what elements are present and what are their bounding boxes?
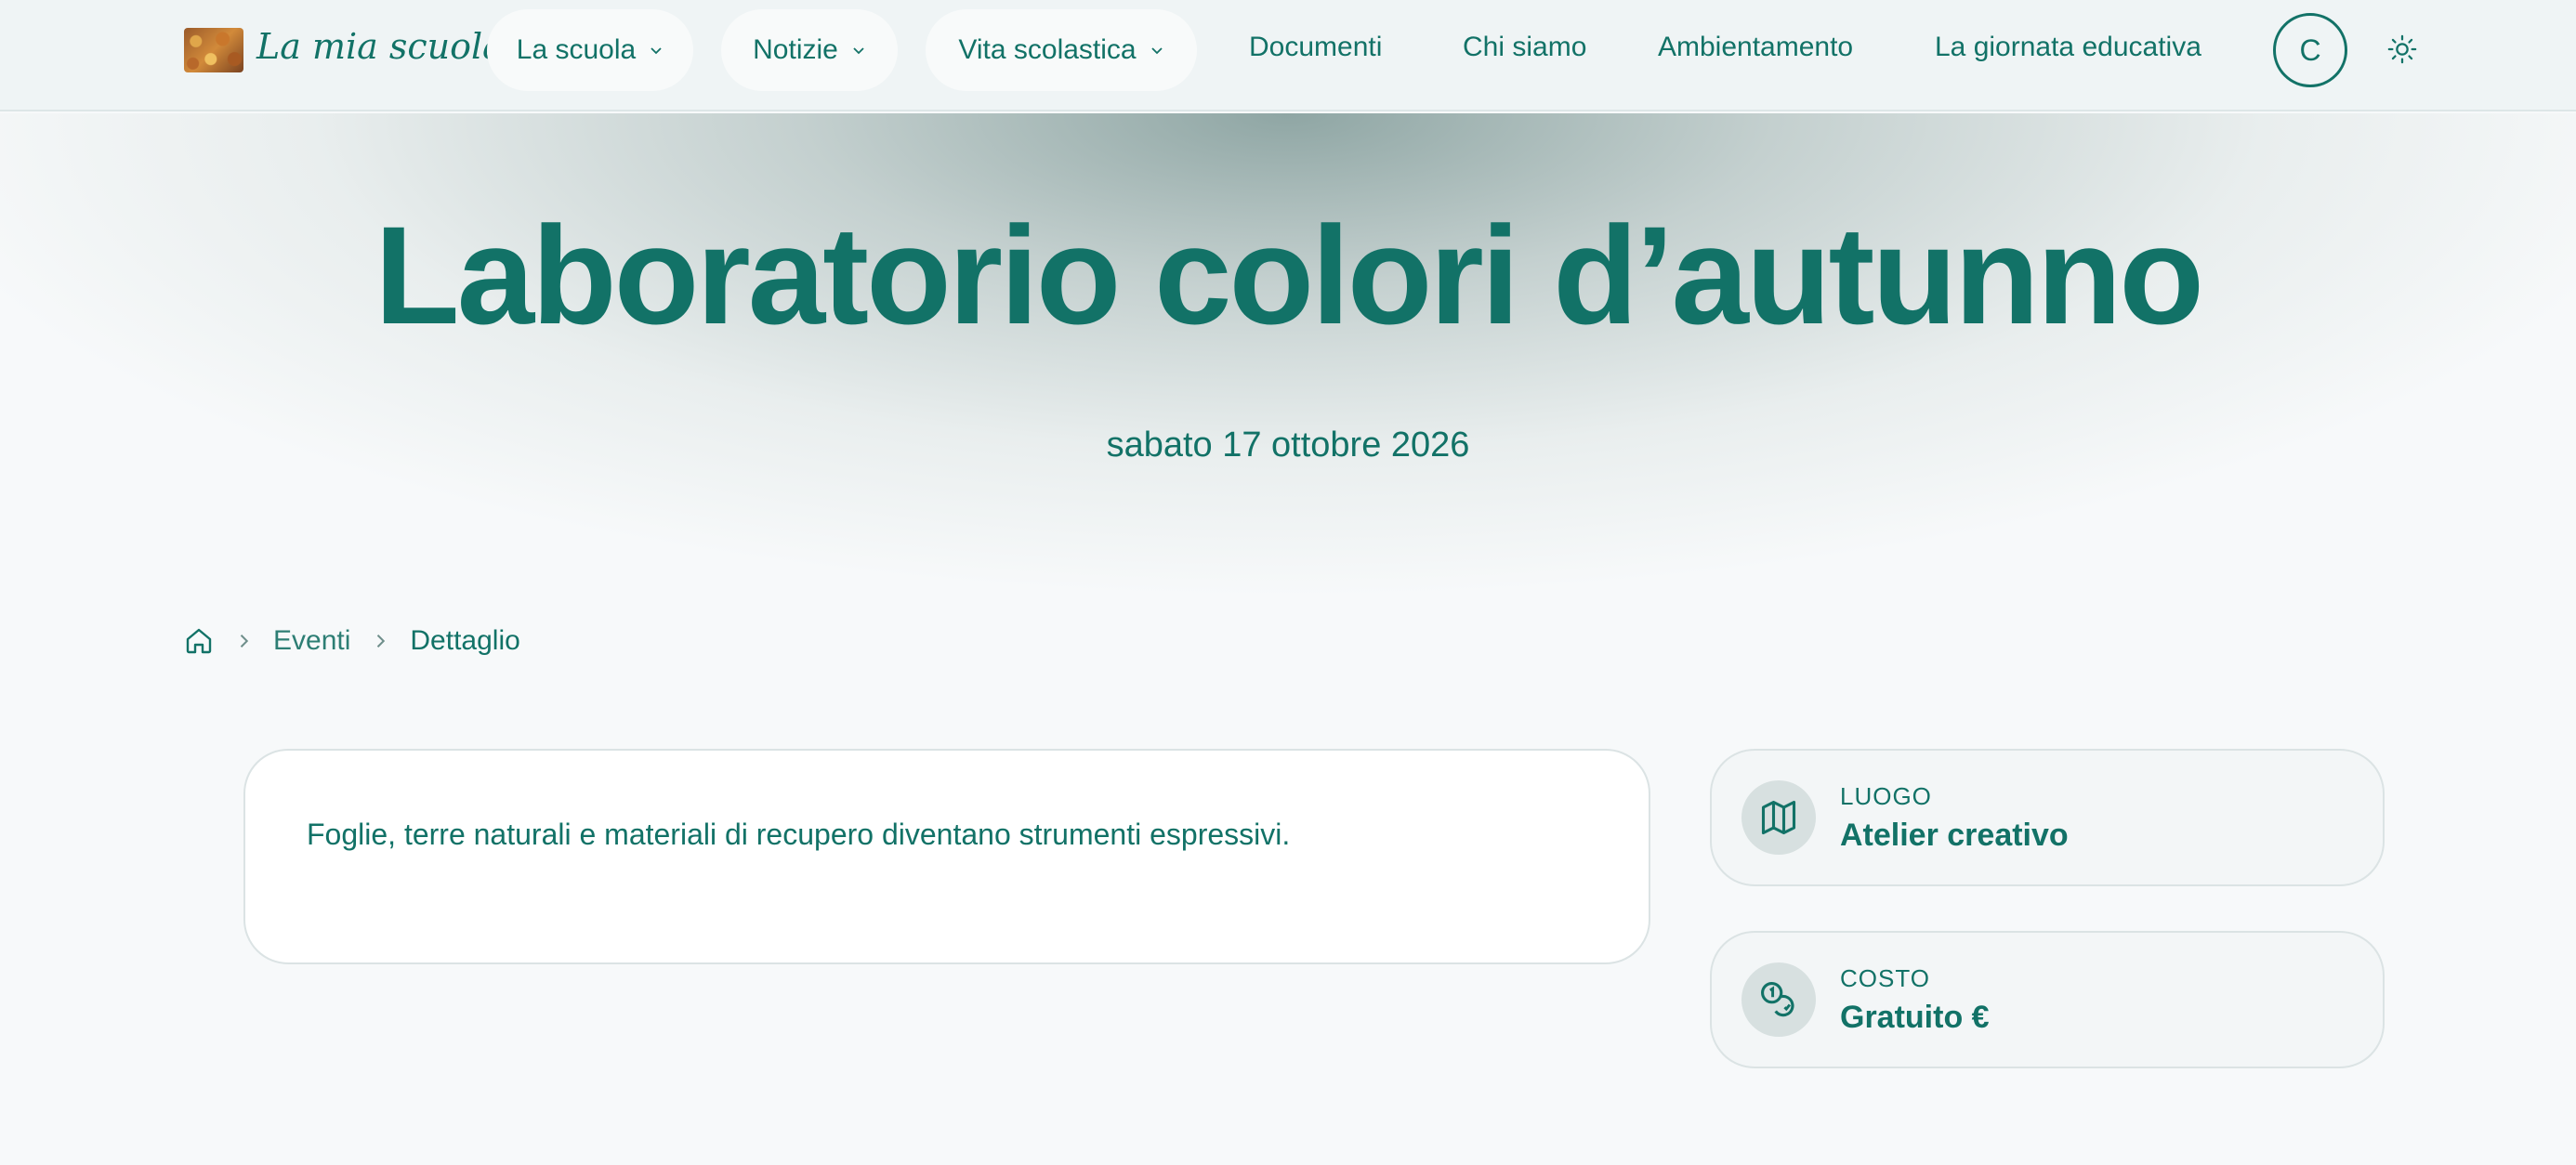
sun-icon[interactable]	[2386, 33, 2418, 65]
info-value: Gratuito €	[1840, 1000, 1990, 1035]
home-icon[interactable]	[184, 626, 214, 656]
chevron-down-icon	[853, 47, 864, 55]
info-card-costo: COSTO Gratuito €	[1710, 931, 2385, 1068]
user-avatar[interactable]: C	[2273, 13, 2347, 87]
info-label: LUOGO	[1840, 782, 1932, 810]
breadcrumb-item-current: Dettaglio	[410, 625, 520, 656]
chevron-right-icon	[377, 635, 386, 648]
nav-item-chi-siamo[interactable]: Chi siamo	[1463, 32, 1586, 63]
chevron-right-icon	[240, 635, 249, 648]
nav-item-ambientamento[interactable]: Ambientamento	[1658, 32, 1853, 63]
event-description-card: Foglie, terre naturali e materiali di re…	[243, 749, 1650, 964]
nav-item-vita-scolastica[interactable]: Vita scolastica	[926, 9, 1197, 91]
info-value: Atelier creativo	[1840, 818, 2069, 853]
breadcrumb-item-eventi[interactable]: Eventi	[273, 625, 350, 657]
nav-item-la-scuola[interactable]: La scuola	[487, 9, 693, 91]
event-date: sabato 17 ottobre 2026	[1106, 425, 1470, 465]
event-description: Foglie, terre naturali e materiali di re…	[307, 818, 1291, 851]
map-icon	[1741, 780, 1816, 855]
site-logo-text[interactable]: La mia scuola	[256, 26, 504, 67]
info-label: COSTO	[1840, 964, 1930, 992]
breadcrumb: Eventi Dettaglio	[184, 622, 520, 660]
coins-icon	[1741, 962, 1816, 1037]
chevron-down-icon	[651, 47, 662, 55]
nav-item-label: Notizie	[753, 34, 838, 65]
school-logo-image[interactable]	[184, 28, 243, 72]
nav-item-label: La scuola	[516, 34, 637, 65]
chevron-down-icon	[1150, 47, 1163, 55]
nav-item-documenti[interactable]: Documenti	[1249, 32, 1382, 63]
top-navbar: La mia scuola La scuola Notizie Vita sco…	[0, 0, 2576, 111]
nav-item-notizie[interactable]: Notizie	[721, 9, 898, 91]
page-title: Laboratorio colori d’autunno	[375, 197, 2204, 353]
nav-item-giornata-educativa[interactable]: La giornata educativa	[1935, 32, 2201, 63]
info-card-luogo: LUOGO Atelier creativo	[1710, 749, 2385, 886]
nav-item-label: Vita scolastica	[958, 34, 1137, 65]
